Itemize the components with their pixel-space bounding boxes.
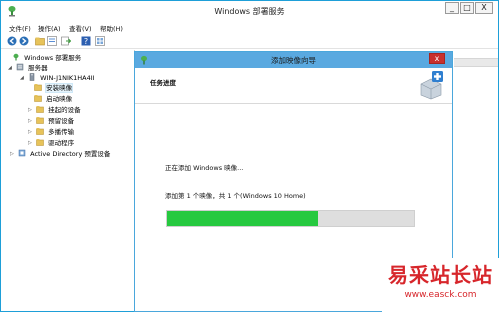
folder-icon (34, 94, 42, 102)
folder-icon (34, 83, 42, 91)
tree-item-label: 驱动程序 (48, 139, 75, 147)
wizard-step-title: 任务进度 (150, 79, 176, 87)
folder-icon (36, 116, 44, 124)
expand-arrow-icon[interactable]: ▷ (28, 127, 34, 137)
menu-bar: 文件(F) 操作(A) 查看(V) 帮助(H) (1, 21, 498, 33)
tree-item-prestaged-devices[interactable]: ▷ 预留设备 (28, 116, 74, 126)
wizard-title: 添加映像向导 (271, 56, 316, 65)
tree-item-active-directory[interactable]: ▷ Active Directory 预置设备 (10, 149, 110, 159)
expand-arrow-icon[interactable]: ▷ (28, 105, 34, 115)
computer-icon (28, 73, 36, 81)
status-text: 正在添加 Windows 映像... (165, 164, 244, 172)
export-icon[interactable] (61, 36, 72, 46)
help-icon[interactable]: ? (81, 36, 91, 46)
back-arrow-icon[interactable] (7, 36, 17, 46)
close-button[interactable]: X (475, 2, 493, 14)
progress-bar-fill (167, 211, 318, 226)
wizard-title-bar[interactable]: 添加映像向导 x (135, 52, 452, 68)
tree-item-install-images[interactable]: 安装映像 (34, 83, 74, 93)
tree-item-drivers[interactable]: ▷ 驱动程序 (28, 138, 74, 148)
properties-icon[interactable] (47, 36, 57, 46)
folder-icon[interactable] (35, 36, 45, 46)
tree-item-server-host[interactable]: ◢ WIN-J1NIK1HA4II (20, 73, 95, 83)
expand-arrow-icon[interactable]: ▷ (10, 149, 16, 159)
tree-item-label: 启动映像 (46, 95, 73, 103)
maximize-button[interactable]: □ (460, 2, 474, 14)
expand-arrow-icon[interactable]: ▷ (28, 138, 34, 148)
forward-arrow-icon[interactable] (19, 36, 29, 46)
watermark: 易采站长站 www.easck.com (382, 258, 499, 312)
server-group-icon (16, 63, 24, 71)
wizard-close-button[interactable]: x (429, 53, 445, 64)
menu-file[interactable]: 文件(F) (9, 23, 31, 33)
tree-item-servers[interactable]: ◢ 服务器 (8, 63, 48, 73)
collapse-arrow-icon[interactable]: ◢ (8, 63, 14, 73)
navigation-tree: Windows 部署服务 ◢ 服务器 ◢ WIN-J1NIK1HA4II 安装映… (2, 50, 135, 311)
window-title: Windows 部署服务 (214, 7, 285, 16)
toolbar: ? (1, 34, 498, 49)
tree-item-label: 安装映像 (45, 83, 74, 93)
watermark-text: 易采站长站 (388, 263, 493, 287)
folder-icon (36, 105, 44, 113)
tree-item-wds-root[interactable]: Windows 部署服务 (4, 53, 81, 63)
tree-item-pending-devices[interactable]: ▷ 挂起的设备 (28, 105, 81, 115)
menu-view[interactable]: 查看(V) (69, 23, 92, 33)
progress-bar (166, 210, 415, 227)
tree-item-label: 预留设备 (48, 117, 75, 125)
minimize-button[interactable]: _ (445, 2, 459, 14)
tree-item-boot-images[interactable]: 启动映像 (34, 94, 72, 104)
tree-item-label: WIN-J1NIK1HA4II (40, 74, 95, 82)
tree-item-label: 多播传输 (48, 128, 75, 136)
server-icon (12, 53, 20, 61)
folder-icon (36, 138, 44, 146)
menu-help[interactable]: 帮助(H) (100, 23, 123, 33)
tree-item-label: 服务器 (28, 64, 48, 72)
directory-icon (18, 149, 26, 157)
expand-arrow-icon[interactable]: ▷ (28, 116, 34, 126)
tree-item-label: 挂起的设备 (48, 106, 81, 114)
collapse-arrow-icon[interactable]: ◢ (20, 73, 26, 83)
details-header (454, 58, 498, 67)
menu-action[interactable]: 操作(A) (38, 23, 61, 33)
svg-text:?: ? (84, 37, 88, 46)
view-icon[interactable] (95, 36, 105, 46)
tree-item-label: Active Directory 预置设备 (30, 150, 111, 158)
folder-icon (36, 127, 44, 135)
watermark-url: www.easck.com (404, 290, 477, 300)
tree-item-label: Windows 部署服务 (24, 54, 82, 62)
add-image-icon (417, 70, 445, 100)
progress-detail-text: 添加第 1 个映像，共 1 个(Windows 10 Home) (165, 192, 306, 200)
wizard-header: 任务进度 (135, 68, 452, 104)
title-bar[interactable]: Windows 部署服务 _ □ X (1, 1, 498, 21)
tree-item-multicast[interactable]: ▷ 多播传输 (28, 127, 74, 137)
